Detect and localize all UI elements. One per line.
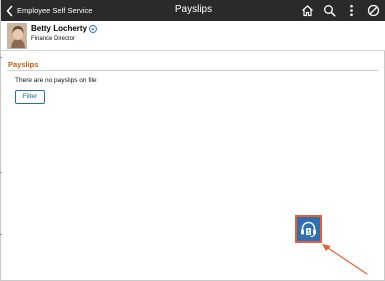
chevron-left-icon — [6, 5, 13, 16]
edge-mark — [0, 234, 2, 235]
edge-mark — [0, 172, 2, 173]
chevron-circle-down-icon[interactable] — [89, 24, 97, 33]
support-headset-icon — [301, 221, 316, 237]
avatar — [7, 23, 27, 49]
header-actions — [301, 3, 380, 18]
person-header: Betty Locherty Finance Director — [1, 21, 385, 51]
person-name: Betty Locherty — [31, 24, 97, 33]
pointer-arrow-icon — [322, 244, 368, 275]
person-role: Finance Director — [31, 36, 76, 42]
empty-state-message: There are no payslips on file — [15, 77, 97, 84]
top-bar: Employee Self Service Payslips — [1, 0, 385, 21]
back-button[interactable]: Employee Self Service — [5, 3, 92, 18]
edge-mark — [0, 57, 2, 58]
no-entry-icon[interactable] — [367, 4, 380, 17]
filter-button[interactable]: Filter — [15, 90, 45, 104]
home-icon[interactable] — [301, 4, 314, 17]
more-vertical-icon[interactable] — [345, 4, 358, 17]
back-button-label: Employee Self Service — [17, 6, 93, 15]
section-divider — [7, 70, 378, 71]
app-frame: Employee Self Service Payslips Betty Loc… — [0, 0, 385, 281]
person-photo-icon — [8, 24, 26, 48]
person-name-text: Betty Locherty — [31, 24, 88, 33]
search-icon[interactable] — [323, 4, 336, 17]
support-button[interactable] — [295, 215, 322, 243]
section-title: Payslips — [8, 60, 39, 69]
